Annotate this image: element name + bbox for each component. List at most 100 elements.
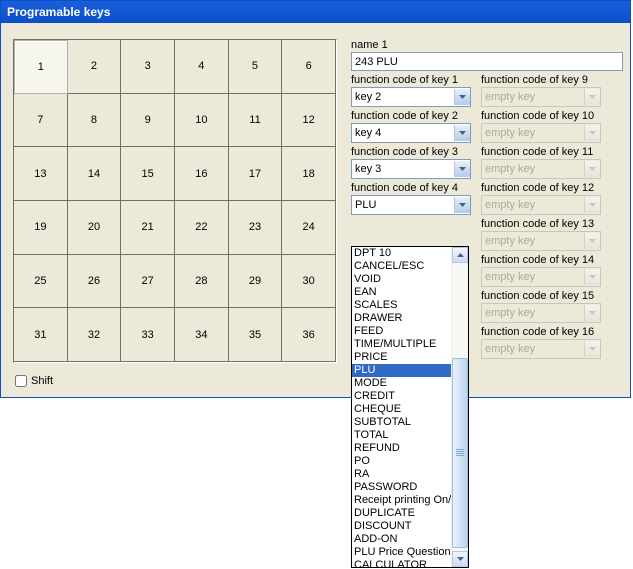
chevron-down-icon [454,125,470,141]
function-code-select[interactable]: key 2 [351,87,471,107]
key-button-36[interactable]: 36 [282,308,336,362]
key-button-30[interactable]: 30 [282,255,336,309]
key-button-17[interactable]: 17 [229,147,283,201]
function-code-label: function code of key 12 [481,182,601,194]
chevron-down-icon [584,305,600,321]
dropdown-option[interactable]: DUPLICATE [352,507,451,520]
dropdown-scrollbar[interactable] [451,247,468,567]
dropdown-option[interactable]: PRICE [352,351,451,364]
dropdown-option[interactable]: PASSWORD [352,481,451,494]
shift-checkbox[interactable] [15,375,27,387]
function-code-label: function code of key 15 [481,290,601,302]
key-button-34[interactable]: 34 [175,308,229,362]
key-button-21[interactable]: 21 [121,201,175,255]
dropdown-option[interactable]: DRAWER [352,312,451,325]
key-button-7[interactable]: 7 [14,94,68,148]
key-button-2[interactable]: 2 [68,40,122,94]
dropdown-option[interactable]: PO [352,455,451,468]
key-button-22[interactable]: 22 [175,201,229,255]
dropdown-option[interactable]: PLU Price Question [352,546,451,559]
key-button-19[interactable]: 19 [14,201,68,255]
dropdown-option[interactable]: RA [352,468,451,481]
key-button-29[interactable]: 29 [229,255,283,309]
function-code-label: function code of key 1 [351,74,471,86]
key-button-4[interactable]: 4 [175,40,229,94]
key-button-16[interactable]: 16 [175,147,229,201]
function-code-select: empty key [481,231,601,251]
key-button-35[interactable]: 35 [229,308,283,362]
name-label: name 1 [351,39,627,51]
dropdown-option[interactable]: REFUND [352,442,451,455]
key-button-8[interactable]: 8 [68,94,122,148]
key-button-5[interactable]: 5 [229,40,283,94]
key-button-23[interactable]: 23 [229,201,283,255]
function-code-label: function code of key 13 [481,218,601,230]
function-code-label: function code of key 4 [351,182,471,194]
function-code-dropdown-list[interactable]: DPT 10CANCEL/ESCVOIDEANSCALESDRAWERFEEDT… [351,246,469,568]
key-button-13[interactable]: 13 [14,147,68,201]
chevron-down-icon [584,233,600,249]
dropdown-option[interactable]: ADD-ON [352,533,451,546]
function-code-label: function code of key 3 [351,146,471,158]
function-code-label: function code of key 14 [481,254,601,266]
key-button-25[interactable]: 25 [14,255,68,309]
key-button-6[interactable]: 6 [282,40,336,94]
function-code-label: function code of key 11 [481,146,601,158]
key-grid: 1234567891011121314151617181920212223242… [14,40,336,362]
dropdown-option[interactable]: CHEQUE [352,403,451,416]
dropdown-option[interactable]: SCALES [352,299,451,312]
key-button-20[interactable]: 20 [68,201,122,255]
name-input[interactable] [351,52,623,71]
key-button-28[interactable]: 28 [175,255,229,309]
dropdown-option[interactable]: Receipt printing On/Off [352,494,451,507]
key-button-18[interactable]: 18 [282,147,336,201]
function-code-select: empty key [481,87,601,107]
scroll-down-button[interactable] [452,551,468,567]
chevron-down-icon [584,341,600,357]
dropdown-option[interactable]: CALCULATOR [352,559,451,567]
key-button-26[interactable]: 26 [68,255,122,309]
key-button-24[interactable]: 24 [282,201,336,255]
key-button-31[interactable]: 31 [14,308,68,362]
dropdown-option[interactable]: DPT 10 [352,247,451,260]
scroll-up-button[interactable] [452,247,468,263]
key-button-11[interactable]: 11 [229,94,283,148]
scroll-thumb[interactable] [452,358,468,548]
client-area: 1234567891011121314151617181920212223242… [1,23,630,397]
dropdown-option[interactable]: MODE [352,377,451,390]
chevron-down-icon [454,161,470,177]
function-code-select: empty key [481,267,601,287]
dropdown-option[interactable]: PLU [352,364,451,377]
function-code-select[interactable]: key 3 [351,159,471,179]
key-button-33[interactable]: 33 [121,308,175,362]
window-title: Programable keys [7,5,110,19]
dropdown-option[interactable]: FEED [352,325,451,338]
key-grid-panel: 1234567891011121314151617181920212223242… [13,39,337,363]
key-button-12[interactable]: 12 [282,94,336,148]
key-button-10[interactable]: 10 [175,94,229,148]
function-code-label: function code of key 16 [481,326,601,338]
shift-label: Shift [31,375,53,387]
function-code-select: empty key [481,195,601,215]
function-code-select: empty key [481,159,601,179]
shift-checkbox-row[interactable]: Shift [15,375,53,387]
key-button-27[interactable]: 27 [121,255,175,309]
dropdown-option[interactable]: EAN [352,286,451,299]
key-button-32[interactable]: 32 [68,308,122,362]
dropdown-option[interactable]: CANCEL/ESC [352,260,451,273]
dropdown-option[interactable]: CREDIT [352,390,451,403]
chevron-down-icon [584,197,600,213]
dropdown-option[interactable]: VOID [352,273,451,286]
chevron-down-icon [454,197,470,213]
key-button-14[interactable]: 14 [68,147,122,201]
dropdown-option[interactable]: SUBTOTAL [352,416,451,429]
function-code-select[interactable]: key 4 [351,123,471,143]
key-button-9[interactable]: 9 [121,94,175,148]
key-button-1[interactable]: 1 [14,40,68,94]
function-code-select[interactable]: PLU [351,195,471,215]
dropdown-option[interactable]: DISCOUNT [352,520,451,533]
dropdown-option[interactable]: TIME/MULTIPLE [352,338,451,351]
key-button-3[interactable]: 3 [121,40,175,94]
key-button-15[interactable]: 15 [121,147,175,201]
dropdown-option[interactable]: TOTAL [352,429,451,442]
